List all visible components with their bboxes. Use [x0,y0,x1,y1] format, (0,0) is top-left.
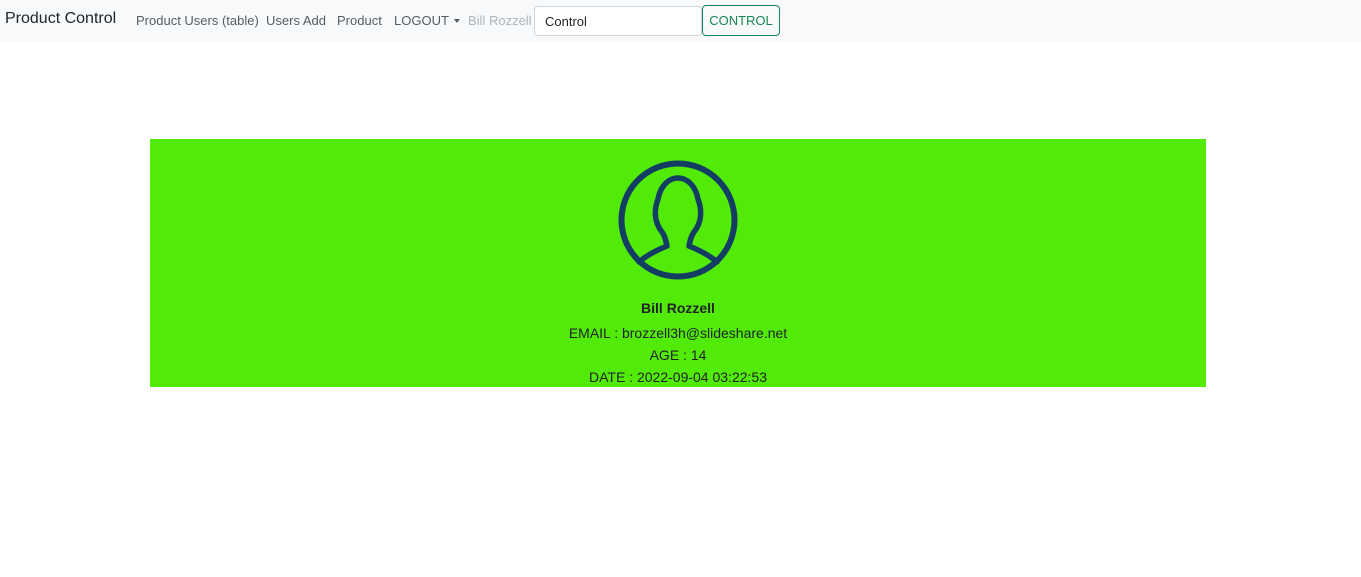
top-navbar: Product Control Product Users (table) Us… [0,0,1361,42]
profile-name: Bill Rozzell [641,300,715,316]
user-circle-icon [618,160,738,280]
nav-current-user: Bill Rozzell [468,13,532,28]
nav-link-users-add[interactable]: Users Add [266,13,326,28]
nav-link-product[interactable]: Product [337,13,382,28]
profile-age: AGE : 14 [649,347,707,363]
search-input[interactable] [534,6,702,36]
profile-email: EMAIL : brozzell3h@slideshare.net [568,325,788,341]
caret-down-icon [453,19,460,23]
nav-dropdown-logout[interactable]: LOGOUT [394,13,460,28]
profile-date: DATE : 2022-09-04 03:22:53 [589,369,767,385]
control-button[interactable]: CONTROL [702,5,780,36]
navbar-brand[interactable]: Product Control [5,10,116,28]
nav-link-product-users-table[interactable]: Product Users (table) [136,13,259,28]
user-profile-card: Bill Rozzell EMAIL : brozzell3h@slidesha… [150,139,1206,387]
logout-label: LOGOUT [394,13,449,28]
